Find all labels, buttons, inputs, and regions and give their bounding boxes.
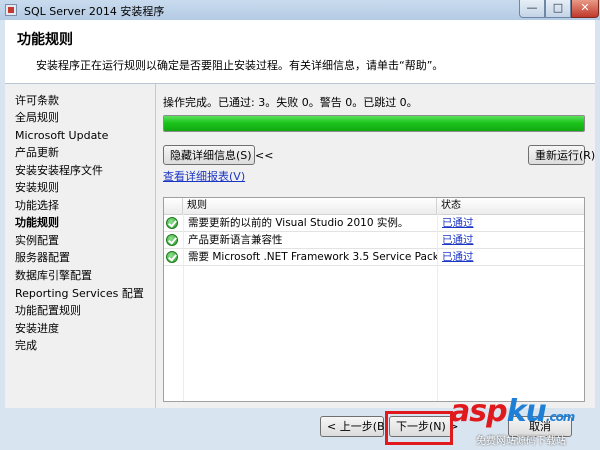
sidebar-item-feature-selection[interactable]: 功能选择	[15, 197, 59, 214]
main-panel: 操作完成。已通过: 3。失败 0。警告 0。已跳过 0。 隐藏详细信息(S) <…	[163, 84, 595, 408]
rule-name: 需要更新的以前的 Visual Studio 2010 实例。	[183, 215, 437, 232]
rule-status-cell: 已通过	[437, 249, 584, 266]
watermark-logo-suffix: .com	[545, 410, 575, 424]
table-row[interactable]: 需要 Microsoft .NET Framework 3.5 Service …	[164, 249, 584, 266]
check-circle-icon	[166, 217, 178, 229]
rule-status-link[interactable]: 已通过	[442, 251, 474, 263]
column-divider	[437, 214, 438, 401]
page-title: 功能规则	[17, 32, 73, 48]
check-circle-icon	[166, 251, 178, 263]
sidebar-item-microsoft-update[interactable]: Microsoft Update	[15, 127, 108, 144]
sidebar-item-install-setup-files[interactable]: 安装安装程序文件	[15, 162, 103, 179]
page-header: 功能规则 安装程序正在运行规则以确定是否要阻止安装过程。有关详细信息，请单击“帮…	[5, 20, 595, 84]
progress-fill	[164, 116, 584, 131]
page-description: 安装程序正在运行规则以确定是否要阻止安装过程。有关详细信息，请单击“帮助”。	[36, 59, 444, 72]
progress-bar	[163, 115, 585, 132]
installer-window: SQL Server 2014 安装程序 — □ ✕ 功能规则 安装程序正在运行…	[0, 0, 600, 450]
watermark-logo-asp: asp	[450, 394, 508, 429]
sidebar-item-complete[interactable]: 完成	[15, 337, 37, 354]
footer-bar: < 上一步(B) 下一步(N) > 取消 aspku.com 免费网站源码下载站	[0, 394, 600, 450]
rule-status-link[interactable]: 已通过	[442, 217, 474, 229]
watermark-subtitle: 免费网站源码下载站	[476, 436, 566, 447]
sidebar-item-server-config[interactable]: 服务器配置	[15, 249, 70, 266]
sidebar-item-global-rules[interactable]: 全局规则	[15, 109, 59, 126]
content-area: 许可条款 全局规则 Microsoft Update 产品更新 安装安装程序文件…	[5, 84, 595, 408]
next-button-highlight	[385, 411, 453, 445]
rule-status-cell: 已通过	[437, 215, 584, 232]
watermark: aspku.com 免费网站源码下载站	[450, 394, 598, 450]
app-icon	[5, 4, 17, 16]
sidebar-item-install-rules[interactable]: 安装规则	[15, 179, 59, 196]
check-circle-icon	[166, 234, 178, 246]
rule-status-cell: 已通过	[437, 232, 584, 249]
sidebar-divider	[155, 84, 156, 408]
sidebar-item-instance-config[interactable]: 实例配置	[15, 232, 59, 249]
rule-name: 需要 Microsoft .NET Framework 3.5 Service …	[183, 249, 437, 266]
sidebar-item-feature-rules[interactable]: 功能规则	[15, 214, 59, 231]
grid-header: 规则 状态	[164, 198, 584, 215]
rerun-button[interactable]: 重新运行(R)	[528, 145, 595, 165]
rule-status-link[interactable]: 已通过	[442, 234, 474, 246]
steps-sidebar: 许可条款 全局规则 Microsoft Update 产品更新 安装安装程序文件…	[5, 84, 153, 408]
minimize-button[interactable]: —	[519, 0, 545, 18]
header-rule[interactable]: 规则	[183, 198, 437, 214]
header-icon-column	[164, 198, 183, 214]
title-bar[interactable]: SQL Server 2014 安装程序 — □ ✕	[0, 0, 600, 20]
table-row[interactable]: 产品更新语言兼容性 已通过	[164, 232, 584, 249]
watermark-logo: aspku.com	[450, 394, 575, 429]
watermark-logo-ku: ku	[506, 394, 547, 429]
sidebar-item-license[interactable]: 许可条款	[15, 92, 59, 109]
header-status[interactable]: 状态	[437, 198, 584, 214]
rule-name: 产品更新语言兼容性	[183, 232, 437, 249]
table-row[interactable]: 需要更新的以前的 Visual Studio 2010 实例。 已通过	[164, 215, 584, 232]
window-title: SQL Server 2014 安装程序	[24, 5, 165, 18]
status-summary: 操作完成。已通过: 3。失败 0。警告 0。已跳过 0。	[163, 96, 418, 109]
back-button[interactable]: < 上一步(B)	[320, 416, 389, 437]
hide-details-button[interactable]: 隐藏详细信息(S) <<	[163, 145, 274, 165]
rules-grid: 规则 状态 需要更新的以前的 Visual Studio 2010 实例。 已通…	[163, 197, 585, 402]
column-divider	[183, 214, 184, 401]
sidebar-item-product-updates[interactable]: 产品更新	[15, 144, 59, 161]
sidebar-item-install-progress[interactable]: 安装进度	[15, 320, 59, 337]
maximize-button[interactable]: □	[545, 0, 571, 18]
view-report-link[interactable]: 查看详细报表(V)	[163, 168, 245, 184]
sidebar-item-reporting-services[interactable]: Reporting Services 配置	[15, 285, 144, 302]
sidebar-item-db-engine-config[interactable]: 数据库引擎配置	[15, 267, 92, 284]
close-button[interactable]: ✕	[571, 0, 599, 18]
sidebar-item-feature-config-rules[interactable]: 功能配置规则	[15, 302, 81, 319]
